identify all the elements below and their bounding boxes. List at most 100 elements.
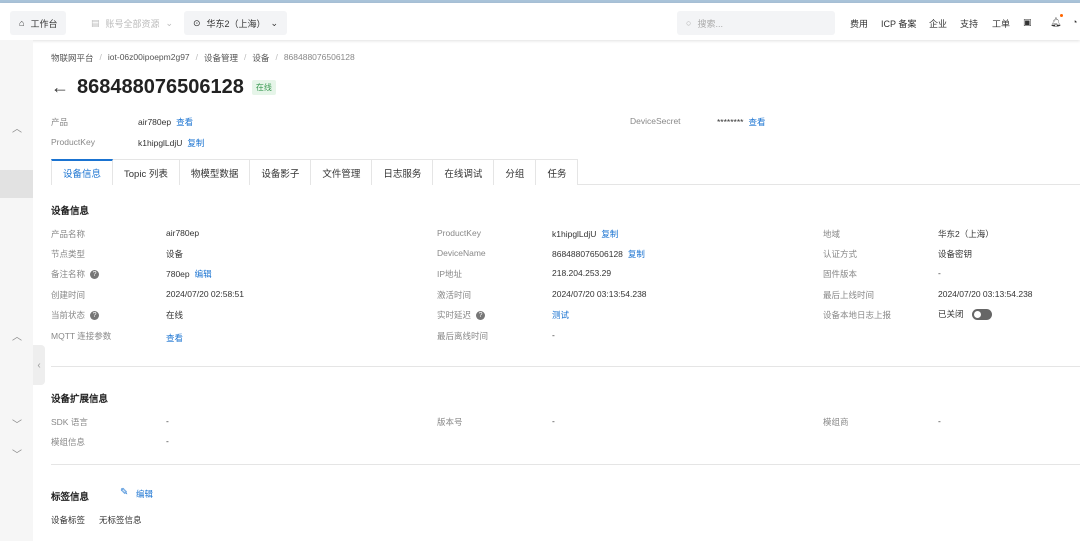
workbench-label: 工作台 <box>30 18 58 29</box>
info-label: DeviceName <box>437 248 486 258</box>
edit-alias-link[interactable]: 编辑 <box>195 269 212 279</box>
breadcrumb-item[interactable]: 设备 <box>252 52 269 64</box>
edit-tags-link[interactable]: 编辑 <box>136 488 153 500</box>
workbench-button[interactable]: ⌂ 工作台 <box>10 11 67 35</box>
info-label-group: 当前状态? <box>51 309 100 321</box>
nav-support[interactable]: 支持 <box>960 17 978 30</box>
info-label: 地域 <box>823 229 841 239</box>
info-value: 设备密钥 <box>938 249 973 259</box>
tab-device-info[interactable]: 设备信息 <box>51 159 114 185</box>
info-value: air780ep <box>166 228 200 238</box>
chevron-down-icon[interactable]: ﹀ <box>12 416 22 431</box>
chevron-up-icon[interactable]: ︿ <box>12 328 22 343</box>
product-value-group: air780ep 查看 <box>138 116 193 128</box>
search-input[interactable]: ○ 搜索... <box>677 11 835 35</box>
view-mqtt-link[interactable]: 查看 <box>166 332 183 344</box>
resource-label: 账号全部资源 <box>105 18 160 29</box>
tab-bar: 设备信息 Topic 列表 物模型数据 设备影子 文件管理 日志服务 在线调试 … <box>51 159 1080 185</box>
info-value: - <box>938 416 941 426</box>
info-label: 当前状态 <box>51 310 86 320</box>
chevron-down-icon: ⌄ <box>270 17 278 28</box>
chevron-down-icon: ⌄ <box>165 17 174 28</box>
devicesecret-label: DeviceSecret <box>630 116 681 126</box>
help-icon[interactable]: ◔ <box>1072 17 1077 27</box>
back-arrow-icon[interactable]: ← <box>51 77 69 98</box>
info-label: 创建时间 <box>51 290 86 300</box>
info-label-group: 实时延迟? <box>437 309 486 321</box>
sidebar-selected-item[interactable] <box>0 170 33 198</box>
breadcrumb-item[interactable]: 设备管理 <box>204 52 238 64</box>
tab-task[interactable]: 任务 <box>536 159 579 185</box>
info-label: 设备本地日志上报 <box>823 310 892 320</box>
copy-productkey-link[interactable]: 复制 <box>187 138 204 148</box>
nav-icp[interactable]: ICP 备案 <box>881 17 916 30</box>
tag-value: 无标签信息 <box>99 515 142 525</box>
page-title: 868488076506128 <box>77 76 244 98</box>
info-value: k1hipglLdjU <box>552 229 597 239</box>
help-icon[interactable]: ? <box>90 270 100 280</box>
region-selector[interactable]: ⊙ 华东2（上海） ⌄ <box>184 11 287 35</box>
section-title-ext-info: 设备扩展信息 <box>51 394 109 405</box>
resource-selector[interactable]: ▤ 账号全部资源 ⌄ <box>82 11 183 35</box>
info-value: 设备 <box>166 249 184 259</box>
tab-file-management[interactable]: 文件管理 <box>311 159 373 185</box>
info-label-group: 备注名称? <box>51 268 100 280</box>
info-label: SDK 语言 <box>51 417 88 427</box>
tab-online-debug[interactable]: 在线调试 <box>433 159 495 185</box>
info-value: 2024/07/20 02:58:51 <box>166 289 244 299</box>
info-label: 最后上线时间 <box>823 290 875 300</box>
copy-productkey-link[interactable]: 复制 <box>601 229 618 239</box>
nav-ticket[interactable]: 工单 <box>992 17 1010 30</box>
test-latency-link[interactable]: 测试 <box>552 309 569 321</box>
nav-billing[interactable]: 费用 <box>850 17 868 30</box>
bell-icon[interactable]: 🔔︎ <box>1050 14 1064 28</box>
info-value-group: 868488076506128 复制 <box>552 248 645 260</box>
info-label: 激活时间 <box>437 290 472 300</box>
info-value: 2024/07/20 03:13:54.238 <box>938 289 1033 299</box>
help-icon[interactable]: ? <box>476 311 486 321</box>
info-label: 版本号 <box>437 417 463 427</box>
info-label: 最后离线时间 <box>437 331 489 341</box>
search-icon: ○ <box>686 18 692 28</box>
chevron-down-icon[interactable]: ﹀ <box>12 446 22 461</box>
search-placeholder: 搜索... <box>697 18 723 29</box>
tab-group[interactable]: 分组 <box>494 159 537 185</box>
tab-device-shadow[interactable]: 设备影子 <box>250 159 312 185</box>
tab-topic-list[interactable]: Topic 列表 <box>113 159 180 185</box>
info-label: 实时延迟 <box>437 310 472 320</box>
help-icon[interactable]: ? <box>90 311 100 321</box>
tab-thing-model[interactable]: 物模型数据 <box>179 159 251 185</box>
view-secret-link[interactable]: 查看 <box>748 117 765 127</box>
collapse-handle[interactable]: ‹ <box>33 345 45 385</box>
info-value: 780ep <box>166 269 190 279</box>
product-value: air780ep <box>138 117 172 127</box>
divider <box>51 464 1080 465</box>
info-label: ProductKey <box>437 228 481 238</box>
chevron-up-icon[interactable]: ︿ <box>12 120 22 135</box>
nav-enterprise[interactable]: 企业 <box>929 17 947 30</box>
edit-pencil-icon[interactable]: ✎ <box>120 487 128 498</box>
terminal-icon[interactable]: ▣ <box>1023 17 1032 28</box>
copy-devicename-link[interactable]: 复制 <box>628 249 645 259</box>
log-report-toggle[interactable] <box>971 309 992 321</box>
breadcrumb-item[interactable]: 物联网平台 <box>51 52 94 64</box>
breadcrumb: 物联网平台 / iot-06z00ipoepm2g97/ 设备管理 / 设备/ 86… <box>51 52 355 64</box>
info-value: 在线 <box>166 310 184 320</box>
productkey-label: ProductKey <box>51 137 95 147</box>
sidebar: ︿ ︿ ﹀ ﹀ <box>0 40 33 541</box>
top-bar: ⌂ 工作台 ▤ 账号全部资源 ⌄ ⊙ 华东2（上海） ⌄ ○ 搜索... 费用 ICP 备案… <box>0 3 1080 40</box>
section-title-tags: 标签信息 <box>51 492 90 503</box>
log-report-group: 已关闭 <box>938 308 992 321</box>
devicesecret-group: ******** 查看 <box>717 116 765 128</box>
location-icon: ⊙ <box>193 17 201 28</box>
breadcrumb-item[interactable]: iot-06z00ipoepm2g97 <box>108 52 190 64</box>
resource-icon: ▤ <box>91 17 100 28</box>
info-value-group: 780ep 编辑 <box>166 268 212 280</box>
tab-log-service[interactable]: 日志服务 <box>372 159 434 185</box>
info-value: 218.204.253.29 <box>552 268 612 278</box>
view-product-link[interactable]: 查看 <box>176 117 193 127</box>
info-label: 固件版本 <box>823 269 858 279</box>
info-value: - <box>938 268 941 278</box>
info-value-group: k1hipglLdjU 复制 <box>552 228 618 240</box>
status-badge: 在线 <box>251 80 276 95</box>
